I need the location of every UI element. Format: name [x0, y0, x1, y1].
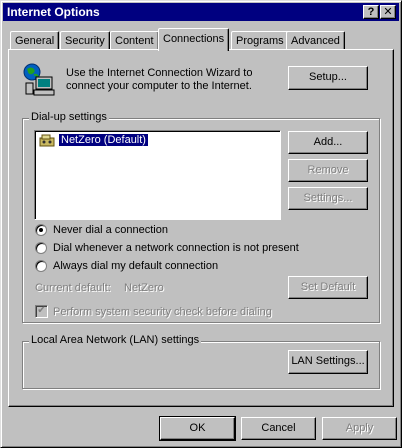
internet-options-dialog: Internet Options ? ✕ General Security Co… [0, 0, 402, 448]
current-default-label: Current default: [35, 282, 111, 294]
checkmark-icon: ✔ [37, 305, 46, 316]
help-button[interactable]: ? [363, 5, 379, 19]
set-default-button[interactable]: Set Default [288, 276, 368, 299]
remove-button[interactable]: Remove [288, 159, 368, 182]
tab-programs[interactable]: Programs [231, 31, 289, 50]
title-bar[interactable]: Internet Options ? ✕ [3, 3, 399, 21]
tab-advanced[interactable]: Advanced [286, 31, 345, 50]
connections-panel: Use the Internet Connection Wizard to co… [8, 49, 394, 407]
help-icon: ? [367, 6, 375, 18]
dial-when-no-network-label[interactable]: Dial whenever a network connection is no… [53, 242, 299, 254]
tab-security[interactable]: Security [60, 31, 110, 50]
tab-label: Programs [236, 35, 284, 47]
current-default-value: NetZero [124, 282, 164, 294]
tab-content[interactable]: Content [110, 31, 159, 50]
tab-label: Advanced [291, 35, 340, 47]
dialup-group-label: Dial-up settings [29, 111, 109, 123]
add-button[interactable]: Add... [288, 131, 368, 154]
connections-listbox[interactable]: NetZero (Default) [34, 130, 281, 220]
tab-label: General [15, 35, 55, 47]
tab-label: Content [115, 35, 154, 47]
wizard-text-line1: Use the Internet Connection Wizard to [66, 67, 253, 79]
connection-wizard-icon [23, 63, 55, 96]
connection-item-netzero[interactable]: NetZero (Default) [58, 133, 149, 147]
dialup-connection-icon [39, 134, 55, 147]
settings-button[interactable]: Settings... [288, 187, 368, 210]
tab-label: Security [65, 35, 105, 47]
apply-button[interactable]: Apply [322, 417, 397, 440]
security-check-label[interactable]: Perform system security check before dia… [53, 306, 272, 318]
never-dial-label[interactable]: Never dial a connection [53, 224, 168, 236]
ok-button[interactable]: OK [159, 416, 236, 441]
lan-settings-button[interactable]: LAN Settings... [288, 350, 368, 374]
setup-button[interactable]: Setup... [288, 66, 368, 90]
security-check-checkbox[interactable]: ✔ [35, 305, 48, 318]
radio-always-dial[interactable] [35, 260, 47, 272]
cancel-button[interactable]: Cancel [241, 417, 316, 440]
close-button[interactable]: ✕ [380, 5, 396, 19]
tab-label: Connections [163, 33, 225, 45]
radio-dial-when-no-network[interactable] [35, 242, 47, 254]
tab-general[interactable]: General [10, 31, 60, 50]
close-icon: ✕ [383, 6, 393, 18]
lan-group-label: Local Area Network (LAN) settings [29, 334, 202, 346]
radio-selected-dot [39, 228, 43, 232]
window-title: Internet Options [7, 5, 100, 19]
always-dial-label[interactable]: Always dial my default connection [53, 260, 218, 272]
radio-never-dial[interactable] [35, 224, 47, 236]
tab-connections[interactable]: Connections [158, 28, 230, 51]
wizard-text-line2: connect your computer to the Internet. [66, 80, 252, 92]
